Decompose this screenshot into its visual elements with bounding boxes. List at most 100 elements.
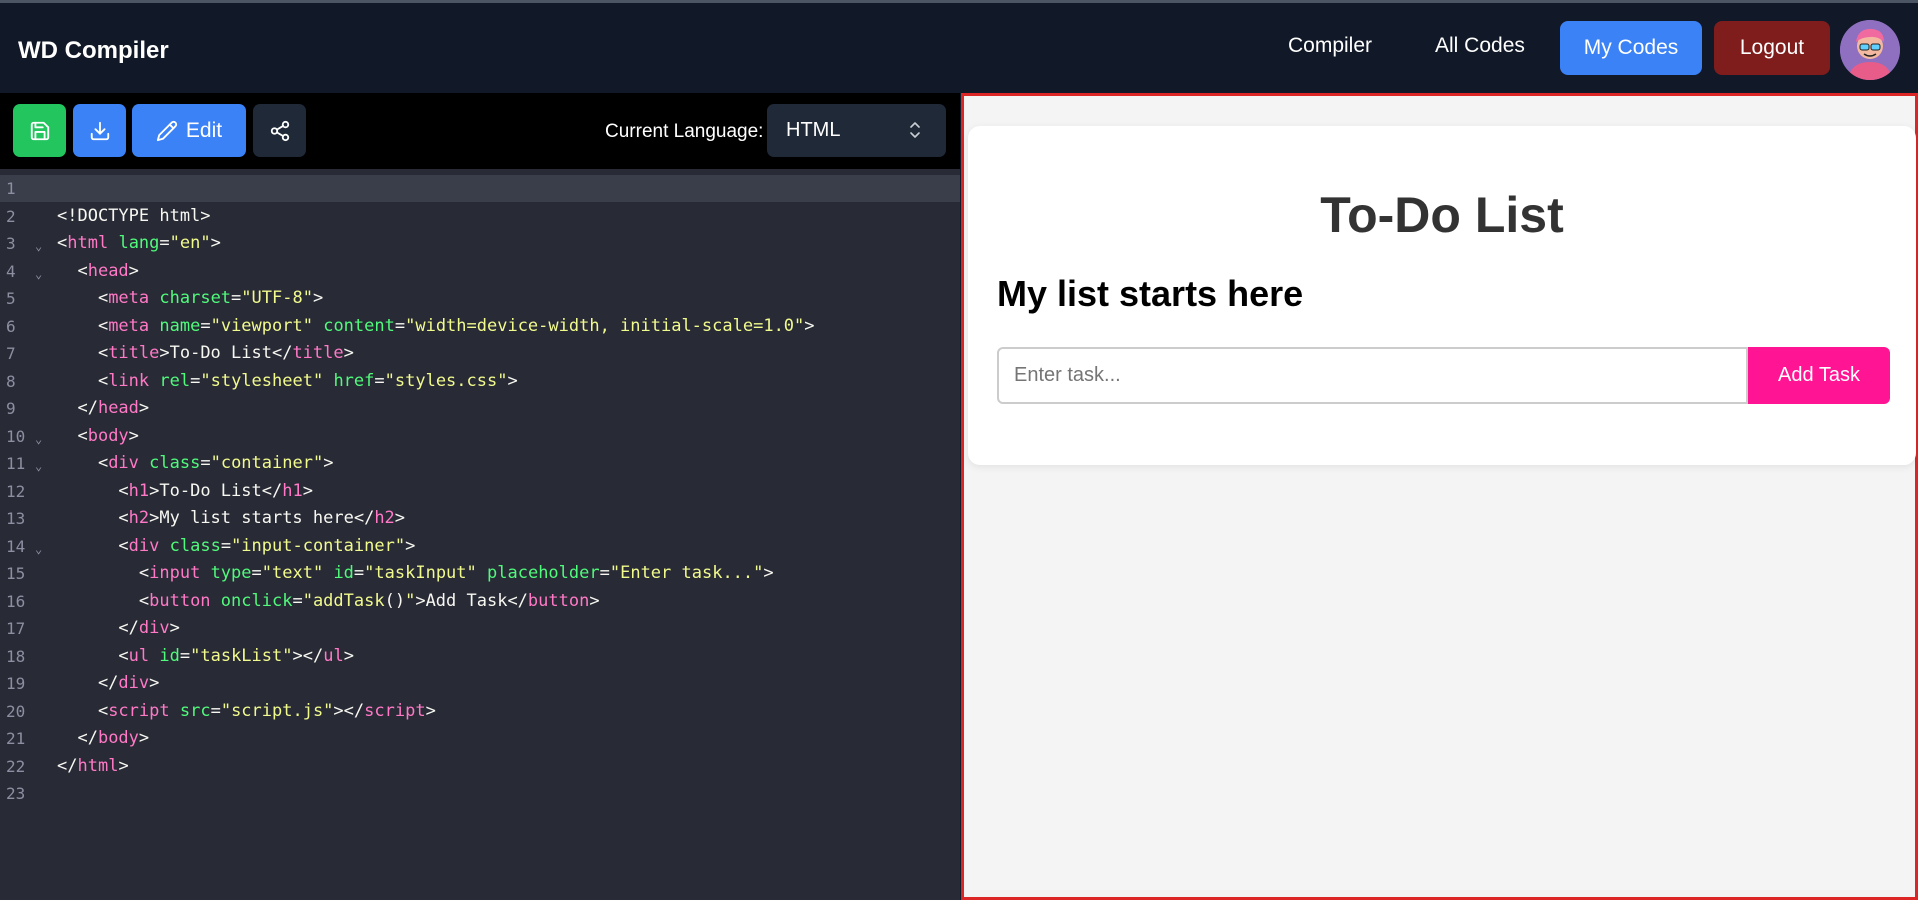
code-line[interactable]: 13 <h2>My list starts here</h2> xyxy=(0,505,960,532)
fold-chevron-icon[interactable]: ⌄ xyxy=(35,261,42,288)
edit-button[interactable]: Edit xyxy=(132,104,246,157)
code-text: </head> xyxy=(57,398,150,418)
brand-title[interactable]: WD Compiler xyxy=(18,37,169,65)
code-line[interactable]: 9 </head> xyxy=(0,395,960,422)
code-text: <ul id="taskList"></ul> xyxy=(57,645,354,666)
code-line[interactable]: 21 </body> xyxy=(0,725,960,752)
line-number: 19 xyxy=(6,674,26,693)
code-line[interactable]: 18 <ul id="taskList"></ul> xyxy=(0,643,960,670)
code-line[interactable]: 17 </div> xyxy=(0,615,960,642)
editor-toolbar: Edit Current Language: HTML xyxy=(0,93,960,169)
save-button[interactable] xyxy=(13,104,66,157)
language-select-value: HTML xyxy=(786,119,841,141)
line-number: 1 xyxy=(6,179,16,198)
line-number: 21 xyxy=(6,729,26,748)
line-number: 15 xyxy=(6,564,26,583)
code-text: <input type="text" id="taskInput" placeh… xyxy=(57,563,774,583)
code-line[interactable]: 6 <meta name="viewport" content="width=d… xyxy=(0,313,960,340)
fold-chevron-icon[interactable]: ⌄ xyxy=(35,426,42,453)
navbar: WD Compiler Compiler All Codes My Codes … xyxy=(0,0,1918,93)
language-label: Current Language: xyxy=(605,121,764,142)
code-line[interactable]: 14 ⌄ <div class="input-container"> xyxy=(0,533,960,560)
code-text: <head> xyxy=(57,260,139,281)
share-button[interactable] xyxy=(253,104,306,157)
add-task-button[interactable]: Add Task xyxy=(1748,347,1890,404)
code-text: </body> xyxy=(57,728,150,748)
fold-chevron-icon[interactable]: ⌄ xyxy=(35,536,42,563)
code-line[interactable]: 10 ⌄ <body> xyxy=(0,423,960,450)
language-select[interactable]: HTML xyxy=(767,104,946,157)
line-number: 10 xyxy=(6,426,26,446)
code-text: <title>To-Do List</title> xyxy=(57,343,354,363)
code-text: </div> xyxy=(57,673,160,693)
code-text: </html> xyxy=(57,755,129,776)
avatar-image xyxy=(1840,20,1900,80)
code-text: </div> xyxy=(57,618,180,638)
code-text: <button onclick="addTask()">Add Task</bu… xyxy=(57,590,600,611)
code-text: <h2>My list starts here</h2> xyxy=(57,508,406,528)
todo-container: To-Do List My list starts here Add Task xyxy=(968,126,1916,465)
nav-link-all-codes[interactable]: All Codes xyxy=(1435,34,1525,58)
code-line[interactable]: 19 </div> xyxy=(0,670,960,697)
fold-chevron-icon[interactable]: ⌄ xyxy=(35,233,42,260)
code-text: <meta name="viewport" content="width=dev… xyxy=(57,315,815,336)
code-line[interactable]: 1 xyxy=(0,175,960,202)
code-line[interactable]: 22 </html> xyxy=(0,753,960,780)
code-line[interactable]: 3 ⌄ <html lang="en"> xyxy=(0,230,960,257)
line-number: 16 xyxy=(6,591,26,611)
code-text: <div class="container"> xyxy=(57,453,334,473)
line-number: 5 xyxy=(6,289,16,308)
code-line[interactable]: 20 <script src="script.js"></script> xyxy=(0,698,960,725)
line-number: 7 xyxy=(6,344,16,363)
todo-title: To-Do List xyxy=(1320,187,1564,243)
line-number: 2 xyxy=(6,206,16,226)
task-input[interactable] xyxy=(997,347,1748,404)
fold-chevron-icon[interactable]: ⌄ xyxy=(35,453,42,480)
code-text: <link rel="stylesheet" href="styles.css"… xyxy=(57,370,518,391)
line-number: 18 xyxy=(6,646,26,666)
code-text: <div class="input-container"> xyxy=(57,535,416,556)
code-text: <meta charset="UTF-8"> xyxy=(57,288,324,308)
code-line[interactable]: 4 ⌄ <head> xyxy=(0,258,960,285)
logout-button[interactable]: Logout xyxy=(1714,21,1830,75)
my-codes-button[interactable]: My Codes xyxy=(1560,21,1702,75)
download-button[interactable] xyxy=(73,104,126,157)
save-icon xyxy=(30,121,49,140)
line-number: 6 xyxy=(6,316,16,336)
line-number: 3 xyxy=(6,234,16,253)
code-text: <h1>To-Do List</h1> xyxy=(57,480,313,501)
code-text: <script src="script.js"></script> xyxy=(57,700,436,721)
line-number: 22 xyxy=(6,756,26,776)
code-line[interactable]: 12 <h1>To-Do List</h1> xyxy=(0,478,960,505)
edit-button-label: Edit xyxy=(185,118,223,142)
preview-pane: To-Do List My list starts here Add Task xyxy=(961,93,1918,900)
share-icon xyxy=(270,120,289,141)
line-number: 20 xyxy=(6,701,26,721)
code-line[interactable]: 7 <title>To-Do List</title> xyxy=(0,340,960,367)
pencil-icon xyxy=(156,120,177,141)
code-editor[interactable]: 1 2 <!DOCTYPE html> 3 ⌄ <html lang="en"> 4 ⌄ <h… xyxy=(0,169,960,900)
code-line[interactable]: 8 <link rel="stylesheet" href="styles.cs… xyxy=(0,368,960,395)
line-number: 14 xyxy=(6,536,26,556)
line-number: 4 xyxy=(6,261,16,281)
code-line[interactable]: 23 xyxy=(0,780,960,807)
download-icon xyxy=(90,121,109,140)
code-line[interactable]: 16 <button onclick="addTask()">Add Task<… xyxy=(0,588,960,615)
todo-subtitle: My list starts here xyxy=(997,273,1304,314)
code-text: <!DOCTYPE html> xyxy=(57,205,211,226)
code-line[interactable]: 2 <!DOCTYPE html> xyxy=(0,203,960,230)
code-text: <html lang="en"> xyxy=(57,233,221,253)
avatar[interactable] xyxy=(1840,20,1900,80)
line-number: 13 xyxy=(6,509,26,528)
line-number: 12 xyxy=(6,481,26,501)
line-number: 11 xyxy=(6,454,26,473)
line-number: 8 xyxy=(6,371,16,391)
code-line[interactable]: 5 <meta charset="UTF-8"> xyxy=(0,285,960,312)
nav-link-compiler[interactable]: Compiler xyxy=(1288,34,1372,58)
code-line[interactable]: 15 <input type="text" id="taskInput" pla… xyxy=(0,560,960,587)
code-text: <body> xyxy=(57,425,139,446)
line-number: 17 xyxy=(6,619,26,638)
code-line[interactable]: 11 ⌄ <div class="container"> xyxy=(0,450,960,477)
line-number: 23 xyxy=(6,784,26,803)
line-number: 9 xyxy=(6,399,16,418)
